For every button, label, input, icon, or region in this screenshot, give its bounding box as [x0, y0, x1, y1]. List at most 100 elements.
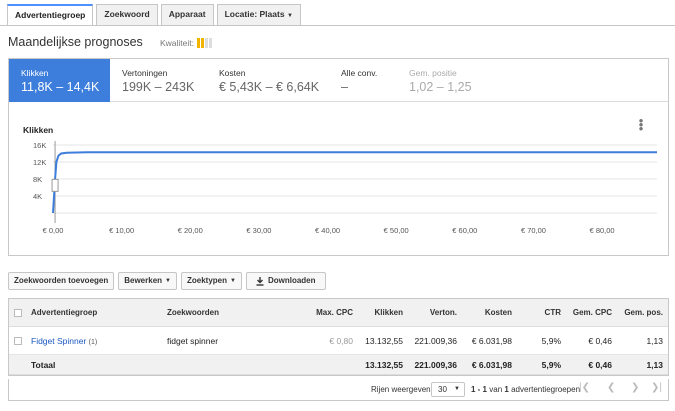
keyword-cell: fidget spinner [167, 335, 219, 346]
add-keywords-button[interactable]: Zoekwoorden toevoegen [8, 272, 115, 290]
metric-value: € 5,43K – € 6,64K [219, 80, 320, 94]
first-page-icon[interactable]: |❮ [579, 382, 590, 393]
download-icon [256, 276, 264, 286]
forecast-panel: Klikken 11,8K – 14,4K Vertoningen 199K –… [8, 58, 669, 256]
button-label: Bewerken [124, 276, 163, 285]
clicks-cell: 13.132,55 [365, 335, 403, 346]
metric-clicks[interactable]: Klikken 11,8K – 14,4K [9, 59, 110, 102]
prev-page-icon[interactable]: ❮ [607, 382, 615, 393]
table-row: Fidget Spinner (1) fidget spinner € 0,80… [9, 327, 668, 355]
metric-label: Alle conv. [341, 68, 378, 78]
keyword-count: (1) [88, 338, 98, 346]
metric-label: Kosten [219, 68, 246, 78]
metric-impressions[interactable]: Vertoningen 199K – 243K [110, 59, 194, 102]
marker-handle [51, 178, 59, 192]
clicks-chart: 4K 8K 12K 16K € 0,00 € 10,00 € 20,00 € 30,00 € 4… [33, 141, 657, 235]
x-tick-label: € 20,00 [178, 226, 203, 235]
tab-label: Locatie: Plaats [224, 9, 285, 19]
range-suffix: advertentiegroepen [511, 385, 581, 394]
quality-bar [209, 38, 213, 48]
last-page-icon[interactable]: ❯| [651, 382, 662, 393]
select-all-checkbox[interactable] [14, 308, 22, 317]
total-avg-cpc: € 0,46 [588, 359, 612, 370]
quality-indicator: Kwaliteit: [160, 38, 213, 48]
tab-ad-group[interactable]: Advertentiegroep [7, 4, 94, 26]
total-avg-pos: 1,13 [646, 359, 663, 370]
rows-per-page-select[interactable]: 30 ▼ [431, 382, 465, 397]
column-header[interactable]: Klikken [375, 308, 403, 317]
tab-keyword[interactable]: Zoekwoord [96, 4, 158, 25]
metric-value: 11,8K – 14,4K [21, 80, 100, 94]
metric-label: Gem. positie [409, 68, 457, 78]
series-line [52, 151, 657, 214]
row-checkbox[interactable] [14, 336, 22, 345]
metric-all-conversions[interactable]: Alle conv. – [329, 59, 377, 102]
table-toolbar: Zoekwoorden toevoegen Bewerken ▼ Zoektype… [8, 272, 330, 290]
metric-avg-position: Gem. positie 1,02 – 1,25 [397, 59, 472, 102]
y-tick-label: 16K [33, 141, 46, 150]
x-tick-label: € 50,00 [384, 226, 409, 235]
tab-label: Apparaat [168, 9, 206, 19]
total-ctr: 5,9% [541, 359, 561, 370]
x-tick-label: € 0,00 [43, 226, 64, 235]
column-header[interactable]: Gem. CPC [573, 308, 612, 317]
tab-location[interactable]: Locatie: Plaats ▼ [216, 4, 301, 25]
quality-meter-icon [197, 38, 213, 48]
edit-button[interactable]: Bewerken ▼ [118, 272, 177, 290]
next-page-icon[interactable]: ❯ [631, 382, 639, 393]
avg-cpc-cell: € 0,46 [588, 335, 612, 346]
range-start: 1 - 1 [471, 385, 488, 394]
quality-label: Kwaliteit: [160, 38, 195, 48]
page-title: Maandelijkse prognoses [8, 35, 143, 49]
table-header: Advertentiegroep Zoekwoorden Max. CPC Kl… [9, 299, 668, 327]
metric-value: – [341, 80, 348, 94]
button-label: Downloaden [267, 276, 316, 285]
rows-value: 30 [438, 385, 447, 394]
chevron-down-icon: ▼ [286, 13, 293, 19]
metric-cost[interactable]: Kosten € 5,43K – € 6,64K [207, 59, 319, 102]
chevron-down-icon: ▼ [230, 278, 236, 284]
total-clicks: 13.132,55 [365, 359, 403, 370]
total-row: Totaal 13.132,55 221.009,36 € 6.031,98 5… [9, 355, 668, 375]
download-button[interactable]: Downloaden [245, 272, 326, 290]
max-cpc-cell[interactable]: € 0,80 [329, 336, 353, 346]
quality-bar [205, 38, 209, 48]
metric-label: Vertoningen [122, 68, 168, 78]
tab-bar: Advertentiegroep Zoekwoord Apparaat Loca… [7, 4, 304, 26]
x-tick-label: € 10,00 [109, 226, 134, 235]
more-vert-icon[interactable]: • • • [638, 114, 644, 135]
button-label: Zoekwoorden toevoegen [14, 276, 109, 285]
total-label: Totaal [31, 359, 56, 370]
metric-tabs: Klikken 11,8K – 14,4K Vertoningen 199K –… [9, 59, 668, 102]
y-tick-label: 12K [33, 158, 46, 167]
x-tick-label: € 40,00 [315, 226, 340, 235]
total-cost: € 6.031,98 [471, 359, 512, 370]
tab-device[interactable]: Apparaat [160, 4, 214, 25]
column-header[interactable]: Max. CPC [316, 308, 353, 317]
chart-title: Klikken [23, 125, 54, 135]
match-types-button[interactable]: Zoektypen ▼ [180, 272, 242, 290]
x-tick-label: € 70,00 [521, 226, 546, 235]
x-tick-label: € 60,00 [452, 226, 477, 235]
column-header[interactable]: CTR [545, 308, 561, 317]
range-total: 1 [504, 385, 509, 394]
ad-group-link[interactable]: Fidget Spinner [31, 336, 86, 346]
ad-group-cell: Fidget Spinner (1) [31, 336, 97, 346]
column-header[interactable]: Kosten [485, 308, 512, 317]
ad-group-table: Advertentiegroep Zoekwoorden Max. CPC Kl… [8, 298, 669, 376]
column-header[interactable]: Advertentiegroep [31, 308, 97, 317]
column-header[interactable]: Verton. [430, 308, 457, 317]
y-tick-label: 8K [33, 175, 42, 184]
impressions-cell: 221.009,36 [414, 335, 457, 346]
cost-cell: € 6.031,98 [471, 335, 512, 346]
ctr-cell: 5,9% [541, 335, 561, 346]
metric-value: 199K – 243K [122, 80, 195, 94]
column-header[interactable]: Gem. pos. [624, 308, 663, 317]
range-text: 1 - 1 van 1 advertentiegroepen [471, 385, 580, 394]
metric-label: Klikken [21, 68, 49, 78]
chevron-down-icon: ▼ [165, 278, 171, 284]
x-tick-label: € 30,00 [246, 226, 271, 235]
column-header[interactable]: Zoekwoorden [167, 308, 219, 317]
tab-divider [0, 25, 675, 26]
button-label: Zoektypen [186, 276, 227, 285]
